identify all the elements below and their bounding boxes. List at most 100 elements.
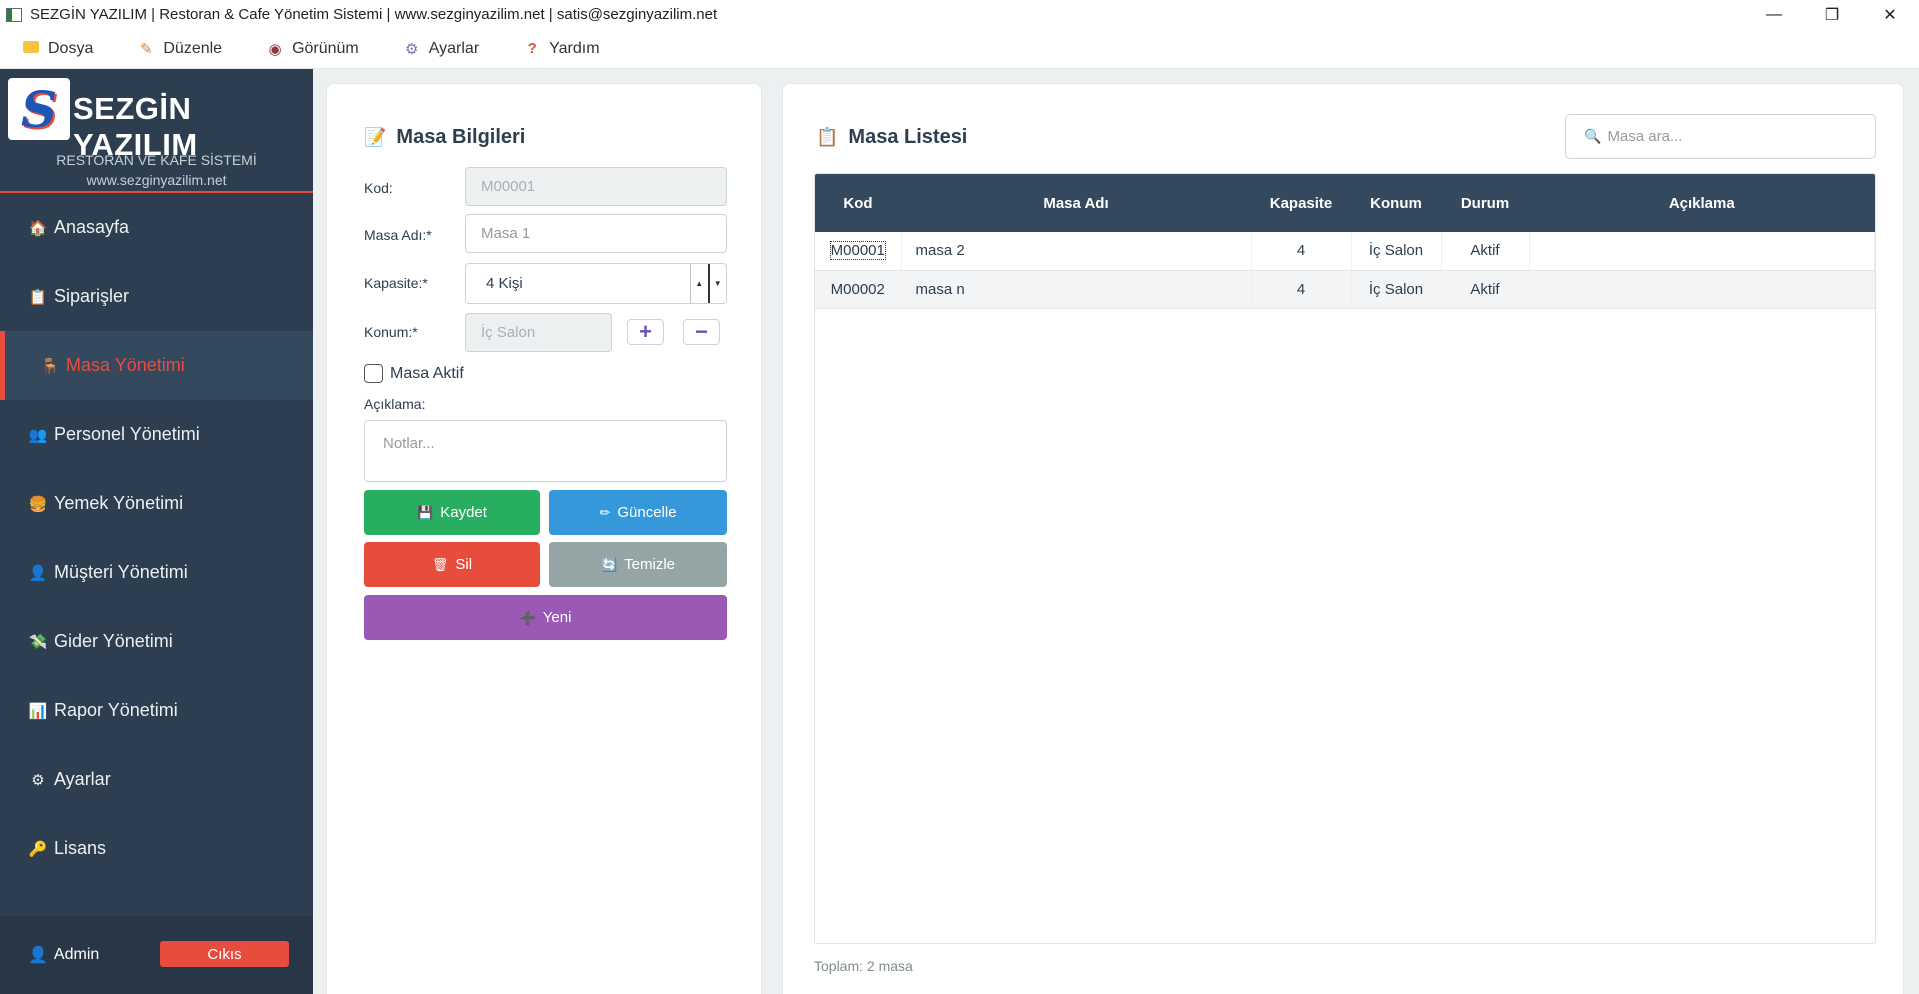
- user-icon: 👤: [28, 947, 48, 964]
- column-header[interactable]: Konum: [1351, 174, 1441, 232]
- burger-icon: 🍔: [28, 495, 48, 513]
- menu-gorunum[interactable]: ◉ Görünüm: [266, 40, 359, 58]
- memo-icon: 📝: [364, 127, 387, 147]
- sidebar-item-label: Personel Yönetimi: [54, 424, 200, 444]
- spin-up-icon[interactable]: ▲: [690, 264, 708, 303]
- cell-location[interactable]: İç Salon: [1351, 270, 1442, 309]
- chair-icon: 🪑: [40, 357, 60, 375]
- cell-notes[interactable]: [1529, 270, 1875, 309]
- active-checkbox-row[interactable]: Masa Aktif: [364, 364, 464, 383]
- search-input[interactable]: 🔍 Masa ara...: [1565, 114, 1876, 159]
- code-label: Kod:: [364, 180, 393, 196]
- sidebar-item-anasayfa[interactable]: 🏠 Anasayfa: [0, 193, 313, 262]
- sidebar-item-masa-yonetimi[interactable]: 🪑 Masa Yönetimi: [0, 331, 313, 400]
- column-header[interactable]: Kod: [815, 174, 901, 232]
- pencil-icon: ✎: [140, 40, 153, 58]
- pencil-icon: ✏: [599, 504, 611, 520]
- app-icon: [6, 7, 22, 22]
- clear-label: Temizle: [624, 556, 676, 573]
- plus-icon: +: [639, 319, 652, 344]
- cell-status[interactable]: Aktif: [1441, 232, 1530, 271]
- cell-name[interactable]: masa n: [901, 270, 1252, 309]
- cell-status[interactable]: Aktif: [1441, 270, 1530, 309]
- location-label: Konum:*: [364, 324, 418, 340]
- column-header[interactable]: Açıklama: [1529, 174, 1875, 232]
- users-icon: 👥: [28, 426, 48, 444]
- add-location-button[interactable]: +: [627, 319, 664, 345]
- sidebar-item-yemek-yonetimi[interactable]: 🍔 Yemek Yönetimi: [0, 469, 313, 538]
- table-row[interactable]: M00002 masa n 4 İç Salon Aktif: [815, 270, 1875, 309]
- cell-capacity[interactable]: 4: [1251, 232, 1352, 271]
- notes-textarea[interactable]: Notlar...: [364, 420, 727, 482]
- cell-capacity[interactable]: 4: [1251, 270, 1352, 309]
- sidebar-item-ayarlar[interactable]: ⚙ Ayarlar: [0, 745, 313, 814]
- menu-label: Görünüm: [292, 39, 359, 57]
- cell-notes[interactable]: [1529, 232, 1875, 271]
- current-user: 👤 Admin: [28, 945, 99, 965]
- logout-button[interactable]: Cıkıs: [160, 941, 289, 967]
- active-label: Masa Aktif: [390, 364, 464, 382]
- sidebar-item-musteri-yonetimi[interactable]: 👤 Müşteri Yönetimi: [0, 538, 313, 607]
- column-header[interactable]: Kapasite: [1251, 174, 1351, 232]
- capacity-label: Kapasite:*: [364, 275, 428, 291]
- cell-code[interactable]: M00002: [815, 270, 902, 309]
- menu-label: Yardım: [549, 39, 600, 57]
- clear-button[interactable]: 🔄 Temizle: [549, 542, 727, 587]
- close-button[interactable]: ✕: [1861, 0, 1919, 29]
- brand-subtitle: RESTORAN VE KAFE SİSTEMİ www.sezginyazil…: [0, 150, 313, 190]
- brand-tagline: RESTORAN VE KAFE SİSTEMİ: [56, 152, 257, 168]
- new-button[interactable]: ➕ Yeni: [364, 595, 727, 640]
- question-icon: ?: [527, 40, 537, 57]
- code-field: M00001: [465, 167, 727, 206]
- chevron-down-icon[interactable]: ▼: [707, 264, 727, 303]
- column-header[interactable]: Masa Adı: [901, 174, 1251, 232]
- cell-name[interactable]: masa 2: [901, 232, 1252, 271]
- save-button[interactable]: 💾 Kaydet: [364, 490, 540, 535]
- sidebar-item-label: Masa Yönetimi: [66, 355, 185, 375]
- new-label: Yeni: [542, 609, 572, 626]
- sidebar-item-label: Ayarlar: [54, 769, 111, 789]
- menu-duzenle[interactable]: ✎ Düzenle: [137, 40, 222, 58]
- menu-ayarlar[interactable]: ⚙ Ayarlar: [403, 40, 479, 58]
- menu-label: Dosya: [48, 39, 94, 57]
- plus-icon: ➕: [519, 609, 536, 625]
- search-placeholder: Masa ara...: [1607, 128, 1683, 145]
- menu-dosya[interactable]: Dosya: [22, 40, 93, 58]
- column-header[interactable]: Durum: [1441, 174, 1529, 232]
- table-list-panel: 📋 Masa Listesi 🔍 Masa ara... Kod Masa Ad…: [782, 83, 1904, 994]
- sidebar-item-lisans[interactable]: 🔑 Lisans: [0, 814, 313, 883]
- name-field[interactable]: Masa 1: [465, 214, 727, 253]
- trash-icon: 🗑: [431, 556, 449, 572]
- location-field[interactable]: İç Salon: [465, 313, 612, 352]
- capacity-spinbox[interactable]: 4 Kişi ▲ ▼: [465, 263, 727, 304]
- menu-label: Ayarlar: [428, 39, 480, 57]
- floppy-icon: 💾: [417, 504, 434, 520]
- active-checkbox[interactable]: [364, 364, 383, 383]
- table-row[interactable]: M00001 masa 2 4 İç Salon Aktif: [815, 232, 1875, 271]
- brand-logo: S: [8, 78, 70, 140]
- sidebar-item-rapor-yonetimi[interactable]: 📊 Rapor Yönetimi: [0, 676, 313, 745]
- sidebar-item-personel-yonetimi[interactable]: 👥 Personel Yönetimi: [0, 400, 313, 469]
- cell-location[interactable]: İç Salon: [1351, 232, 1442, 271]
- update-button[interactable]: ✏ Güncelle: [549, 490, 727, 535]
- remove-location-button[interactable]: −: [683, 319, 720, 345]
- table-form-panel: 📝 Masa Bilgileri Kod: M00001 Masa Adı:* …: [326, 83, 762, 994]
- save-label: Kaydet: [440, 504, 487, 521]
- minimize-button[interactable]: —: [1745, 0, 1803, 29]
- menu-yardim[interactable]: ? Yardım: [523, 39, 600, 58]
- folder-icon: [22, 40, 40, 57]
- cell-code-text: M00001: [829, 241, 886, 261]
- brand-header: S SEZGİN YAZILIM RESTORAN VE KAFE SİSTEM…: [0, 69, 313, 193]
- total-count: Toplam: 2 masa: [814, 958, 913, 974]
- sidebar-item-siparisler[interactable]: 📋 Siparişler: [0, 262, 313, 331]
- user-icon: 👤: [28, 564, 48, 582]
- sidebar-item-gider-yonetimi[interactable]: 💸 Gider Yönetimi: [0, 607, 313, 676]
- capacity-spin-buttons: ▲ ▼: [690, 264, 726, 303]
- cell-code[interactable]: M00001: [815, 232, 902, 271]
- maximize-button[interactable]: ❐: [1803, 0, 1861, 29]
- sidebar-footer: 👤 Admin Cıkıs: [0, 916, 313, 994]
- sidebar-item-label: Siparişler: [54, 286, 130, 306]
- gear-icon: ⚙: [31, 771, 45, 789]
- delete-button[interactable]: 🗑 Sil: [364, 542, 540, 587]
- sidebar-item-label: Gider Yönetimi: [54, 631, 173, 651]
